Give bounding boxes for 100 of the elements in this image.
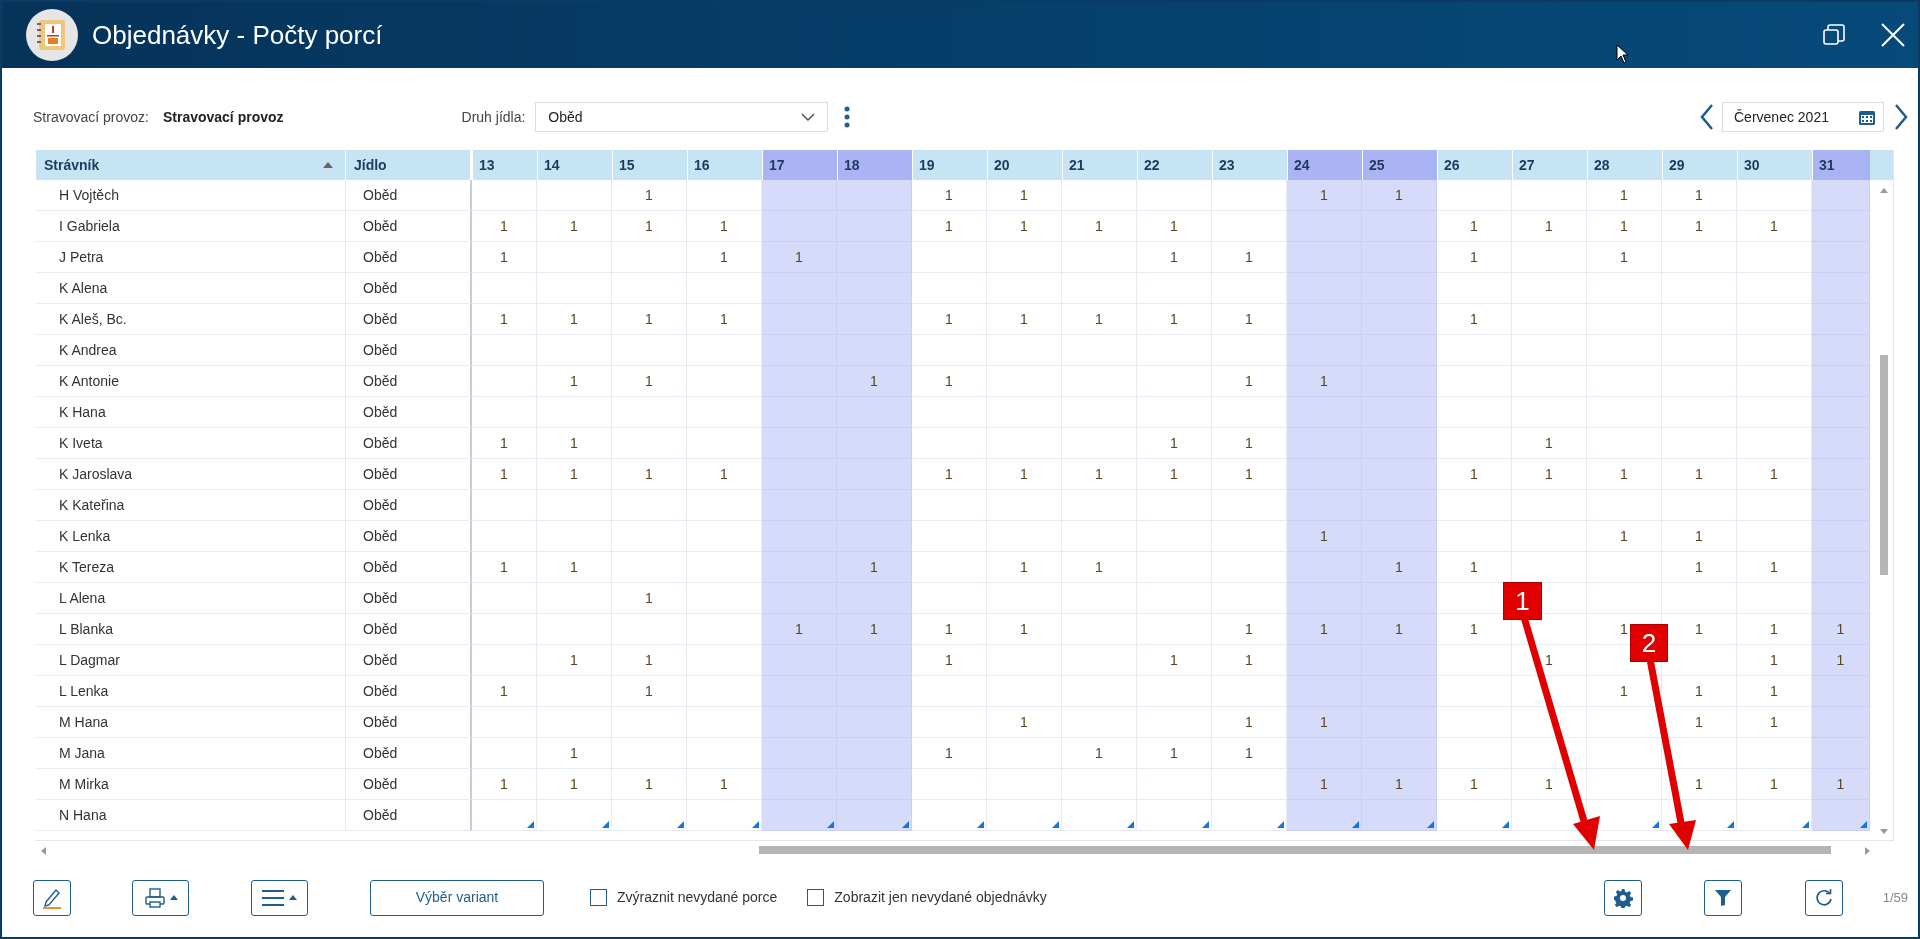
table-cell: 1 <box>612 304 687 335</box>
month-picker[interactable]: Červenec 2021 <box>1722 102 1884 132</box>
more-options-icon[interactable] <box>844 106 851 128</box>
close-icon[interactable] <box>1880 22 1906 48</box>
scroll-down-icon[interactable] <box>1880 829 1888 834</box>
table-cell: 1 <box>912 304 987 335</box>
table-cell <box>1812 738 1870 769</box>
table-cell: 1 <box>687 459 762 490</box>
menu-button[interactable] <box>251 879 308 916</box>
mouse-cursor-icon <box>1616 44 1630 64</box>
horizontal-scrollbar[interactable] <box>35 840 1894 858</box>
settings-button[interactable] <box>1603 879 1642 916</box>
callout-badge: 2 <box>1630 624 1668 662</box>
table-cell: 1 <box>1062 304 1137 335</box>
table-cell: 1 <box>1362 552 1437 583</box>
checkbox-label: Zvýraznit nevydané porce <box>617 888 778 907</box>
table-cell: 1 <box>837 614 912 645</box>
table-cell <box>1812 521 1870 552</box>
scroll-left-icon[interactable] <box>41 847 46 855</box>
table-cell: 1 <box>1662 521 1737 552</box>
table-cell: 1 <box>612 459 687 490</box>
table-cell: 1 <box>1137 211 1212 242</box>
day-header: 24 <box>1287 150 1362 180</box>
table-cell: 1 <box>1287 614 1362 645</box>
table-cell: 1 <box>472 769 537 800</box>
table-cell: I Gabriela <box>35 211 345 242</box>
table-cell <box>1812 366 1870 397</box>
filter-button[interactable] <box>1703 879 1742 916</box>
table-cell: J Petra <box>35 242 345 273</box>
table-cell: 1 <box>1062 459 1137 490</box>
table-cell: 1 <box>1737 211 1812 242</box>
pencil-icon <box>41 886 63 909</box>
table-cell: 1 <box>912 180 987 211</box>
table-cell: 1 <box>612 769 687 800</box>
table-cell: 1 <box>1662 769 1737 800</box>
table-cell <box>472 645 537 676</box>
table-cell: 1 <box>987 304 1062 335</box>
column-header[interactable]: Strávník <box>35 150 345 180</box>
table-cell: 1 <box>1737 645 1812 676</box>
table-cell: 1 <box>1812 769 1870 800</box>
table-cell: 1 <box>762 242 837 273</box>
table-cell: 1 <box>1437 242 1512 273</box>
scrollbar-thumb[interactable] <box>759 846 1831 854</box>
table-cell: 1 <box>1737 459 1812 490</box>
table-cell: 1 <box>1287 366 1362 397</box>
print-button[interactable] <box>132 879 189 916</box>
checkbox[interactable] <box>807 889 825 906</box>
table-cell: K Antonie <box>35 366 345 397</box>
meal-type-dropdown[interactable]: Oběd <box>535 102 829 132</box>
table-cell <box>472 738 537 769</box>
restore-icon[interactable] <box>1822 23 1846 47</box>
table-cell: 1 <box>1137 738 1212 769</box>
refresh-button[interactable] <box>1804 879 1843 916</box>
table-cell: H Vojtěch <box>35 180 345 211</box>
table-cell: K Jaroslava <box>35 459 345 490</box>
scroll-up-icon[interactable] <box>1880 188 1888 193</box>
table-cell: 1 <box>472 676 537 707</box>
table-cell <box>1812 428 1870 459</box>
table-cell <box>1812 180 1870 211</box>
table-cell: 1 <box>1662 459 1737 490</box>
table-cell: 1 <box>762 614 837 645</box>
scrollbar-thumb[interactable] <box>1880 355 1888 575</box>
table-cell <box>1812 211 1870 242</box>
app-logo-icon <box>26 9 78 61</box>
menu-icon <box>262 889 284 906</box>
scroll-right-icon[interactable] <box>1865 847 1870 855</box>
table-cell: 1 <box>537 645 612 676</box>
table-cell: 1 <box>987 614 1062 645</box>
table-cell: 1 <box>612 211 687 242</box>
table-cell: 1 <box>1062 211 1137 242</box>
table-cell: 1 <box>1062 552 1137 583</box>
table-cell: 1 <box>472 459 537 490</box>
table-cell: K Aleš, Bc. <box>35 304 345 335</box>
table-cell: 1 <box>1512 211 1587 242</box>
table-cell: 1 <box>1287 180 1362 211</box>
table-cell: 1 <box>1137 645 1212 676</box>
table-cell: 1 <box>687 211 762 242</box>
table-cell: K Tereza <box>35 552 345 583</box>
edit-button[interactable] <box>33 879 71 916</box>
table-cell: 1 <box>1737 614 1812 645</box>
next-month-icon[interactable] <box>1894 104 1908 130</box>
day-header: 25 <box>1362 150 1437 180</box>
table-cell: 1 <box>987 211 1062 242</box>
table-cell <box>1812 335 1870 366</box>
table-cell: 1 <box>537 738 612 769</box>
table-cell: 1 <box>1212 366 1287 397</box>
table-cell: 1 <box>1212 459 1287 490</box>
previous-month-icon[interactable] <box>1700 104 1714 130</box>
table-cell <box>1812 707 1870 738</box>
table-cell: 1 <box>472 552 537 583</box>
canteen-label: Stravovací provoz: <box>33 107 149 127</box>
table-cell: 1 <box>1212 707 1287 738</box>
variants-button[interactable]: Výběr variant <box>370 879 544 916</box>
table-cell: 1 <box>987 552 1062 583</box>
checkbox[interactable] <box>590 889 607 906</box>
table-cell: 1 <box>1437 552 1512 583</box>
table-cell: 1 <box>1212 304 1287 335</box>
table-cell: 1 <box>1137 242 1212 273</box>
table-cell: 1 <box>1062 738 1137 769</box>
table-cell: 1 <box>1587 211 1662 242</box>
